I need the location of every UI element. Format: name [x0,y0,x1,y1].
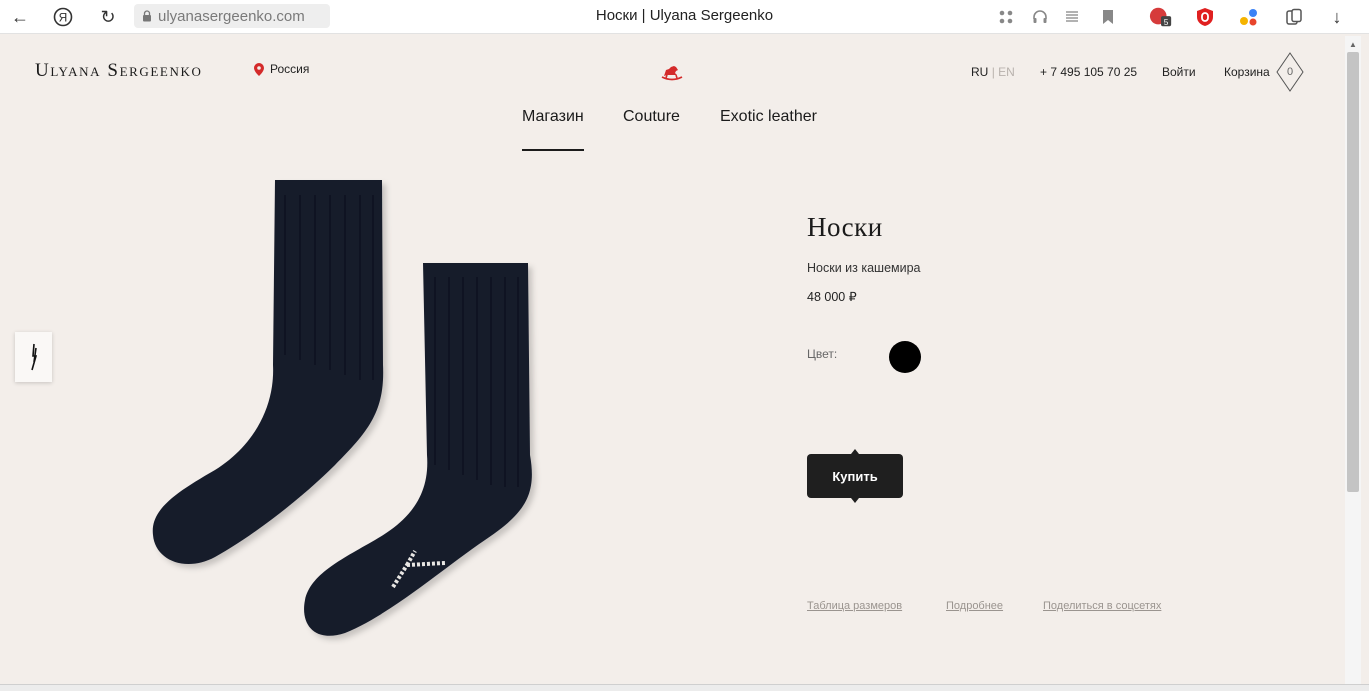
bottom-taskbar-strip [0,684,1369,691]
phone-link[interactable]: + 7 495 105 70 25 [1040,65,1137,79]
cart-count: 0 [1286,66,1294,78]
headphones-button[interactable] [1028,5,1052,29]
browser-toolbar: ← Я ↻ ulyanasergeenko.com Носки | Ulyana… [0,0,1369,34]
side-widget-tab[interactable] [15,332,52,382]
product-price: 48 000 ₽ [807,290,857,304]
svg-text:Я: Я [59,11,68,25]
nav-exotic-leather[interactable]: Exotic leather [720,108,817,126]
adblock-badge-icon: 5 [1149,7,1172,27]
rocking-horse-icon[interactable] [660,64,684,82]
more-details-link[interactable]: Подробнее [946,600,1003,612]
site-logo[interactable]: Ulyana Sergeenko [35,60,202,82]
back-button[interactable]: ← [8,5,32,29]
region-label: Россия [270,62,310,76]
buy-button-notch-bottom [851,498,859,503]
side-widget-icon [30,343,37,371]
lang-ru[interactable]: RU [971,65,988,79]
adblock-extension-button[interactable]: 5 [1149,5,1173,29]
region-selector[interactable]: Россия [254,62,309,76]
product-image-socks[interactable] [145,175,565,645]
url-text: ulyanasergeenko.com [158,7,305,25]
collections-button[interactable] [1282,5,1306,29]
reader-icon [1066,11,1078,22]
address-bar[interactable]: ulyanasergeenko.com [134,4,330,28]
product-description: Носки из кашемира [807,261,921,275]
back-arrow-icon: ← [11,6,29,27]
download-icon: ↓ [1332,6,1342,27]
nav-active-underline [522,149,584,151]
share-link[interactable]: Поделиться в соцсетях [1043,600,1161,612]
location-pin-icon [254,62,264,76]
cart-link[interactable]: Корзина [1224,65,1270,79]
red-shield-icon [1197,8,1213,26]
bookmark-icon [1103,10,1113,24]
reload-icon: ↻ [100,6,116,27]
nav-shop[interactable]: Магазин [522,108,584,126]
buy-button[interactable]: Купить [807,454,903,498]
lang-en[interactable]: EN [998,65,1015,79]
apps-grid-icon [999,10,1013,24]
downloads-button[interactable]: ↓ [1325,5,1349,29]
reader-button[interactable] [1060,5,1084,29]
yandex-button[interactable]: Я [51,5,75,29]
collections-icon [1286,8,1302,25]
color-label: Цвет: [807,347,838,361]
color-swatch-black[interactable] [889,341,921,373]
opera-extension-button[interactable] [1193,5,1217,29]
scrollbar-thumb[interactable] [1347,52,1359,492]
svg-text:5: 5 [1164,17,1169,27]
grid-extension-button[interactable] [994,5,1018,29]
login-link[interactable]: Войти [1162,65,1196,79]
lang-separator: | [991,65,995,79]
reload-button[interactable]: ↻ [96,5,120,29]
product-title: Носки [807,212,883,242]
language-switcher[interactable]: RU | EN [971,65,1015,79]
headphones-icon [1033,10,1047,23]
nav-couture[interactable]: Couture [623,108,680,126]
bookmark-button[interactable] [1096,5,1120,29]
scroll-up-arrow-icon[interactable]: ▲ [1347,40,1359,50]
yandex-icon: Я [53,7,73,27]
lock-icon [143,10,151,22]
alice-extension-button[interactable] [1237,5,1261,29]
size-table-link[interactable]: Таблица размеров [807,600,902,612]
colored-dots-icon [1240,9,1257,26]
